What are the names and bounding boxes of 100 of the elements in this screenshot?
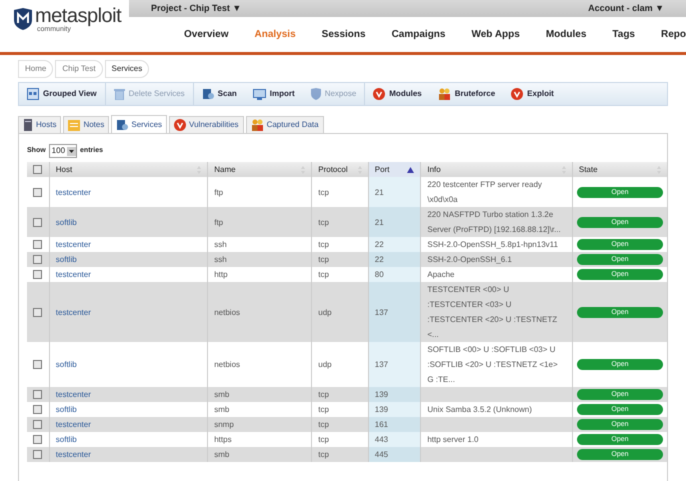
host-link[interactable]: softlib [56,357,77,372]
host-link[interactable]: softlib [56,402,77,417]
table-cell-text: tcp [318,419,329,431]
checkbox[interactable] [33,390,42,399]
monitor-icon [252,88,266,100]
table-cell-text: ftp [214,216,224,229]
table-cell-text: 220 testcenter FTP server ready \x0d\x0a [427,179,543,206]
server-icon [202,88,214,100]
notepad-icon [68,120,80,130]
nav-link[interactable]: Sessions [322,27,366,42]
host-link[interactable]: softlib [56,214,77,230]
table-cell-text: tcp [318,434,329,446]
checkbox[interactable] [33,255,42,264]
checkbox[interactable] [33,188,42,196]
table-cell-text: 137 [374,359,388,371]
table-cell-text: netbios [214,359,240,371]
nav-link[interactable]: Web Apps [471,27,520,42]
table-cell-text: tcp [318,186,329,199]
column-header[interactable]: Port [368,162,420,177]
table-cell-text: tcp [318,449,329,461]
toolbar-button[interactable]: Exploit [503,83,562,105]
table-cell-text: snmp [214,419,234,431]
host-link[interactable]: testcenter [56,417,91,432]
checkbox[interactable] [33,420,42,429]
table-cell-text: smb [214,404,230,416]
breadcrumb-item[interactable]: Home [18,60,54,78]
table-cell-text: netbios [214,306,240,318]
table-cell-text: tcp [318,239,329,251]
table-cell-text: 139 [374,404,388,416]
checkbox[interactable] [33,360,42,369]
checkbox[interactable] [33,218,42,226]
table-cell-text: 137 [374,306,388,318]
server-icon [116,118,128,130]
caret-icon [67,146,76,156]
table-cell-text: 161 [374,419,388,431]
people-icon [438,88,451,100]
nav-link[interactable]: Tags [612,27,635,42]
table-cell-text: 220 NASFTPD Turbo station 1.3.2e Server (ProFTPD) [192.168.88.12]\r... [427,209,562,236]
table-cell-text: http server 1.0 [427,434,478,446]
nav-link[interactable]: Campaigns [392,27,446,42]
entries-dropdown[interactable]: 100 [48,144,78,158]
host-link[interactable]: testcenter [56,267,91,282]
checkbox[interactable] [33,405,42,414]
table-cell-text: 443 [374,434,388,446]
shield-badge-icon [511,88,524,100]
host-link[interactable]: testcenter [56,237,91,252]
tab[interactable]: Vulnerabilities [169,116,244,133]
tab[interactable]: Captured Data [246,116,324,133]
table-cell-text: tcp [318,404,329,416]
table-cell-text: TESTCENTER <00> U :TESTCENTER <03> U :TESTCENTER <20> U :TESTNETZ <... [427,284,558,341]
host-link[interactable]: softlib [56,432,77,447]
nav-link[interactable]: Overview [184,27,229,42]
sort-icon [197,166,202,174]
sort-ascending-icon [407,166,414,172]
nav-link[interactable]: Repo [661,27,686,42]
account-menu[interactable]: Account - clam ▼ [588,2,664,16]
tab[interactable]: Hosts [18,116,62,133]
table-cell-text: Unix Samba 3.5.2 (Unknown) [427,404,532,416]
toolbar-button[interactable]: Grouped View [19,83,106,105]
table-cell-text: tcp [318,269,329,281]
logo-text: metasploit [35,6,122,26]
host-link[interactable]: testcenter [56,447,91,462]
table-cell-text: 22 [374,239,384,251]
checkbox[interactable] [33,240,42,249]
nav-link[interactable]: Modules [546,27,586,42]
host-link[interactable]: softlib [56,252,77,267]
checkbox[interactable] [33,308,42,316]
trash-icon [114,88,125,100]
host-link[interactable]: testcenter [56,387,91,402]
sort-icon [358,166,362,174]
toolbar-button[interactable]: Scan [194,83,245,105]
logo-icon [14,8,32,30]
table-cell-text: SSH-2.0-OpenSSH_5.8p1-hpn13v11 [427,239,558,251]
table-cell-text: tcp [318,254,329,266]
checkbox[interactable] [33,270,42,279]
tab[interactable]: Services [111,115,168,133]
table-cell-text: SOFTLIB <00> U :SOFTLIB <03> U :SOFTLIB <20> U :TESTNETZ <1e> G :TE... [427,344,559,386]
tab[interactable]: Notes [63,116,110,133]
checkbox[interactable] [33,435,42,444]
table-cell-text: udp [318,306,332,319]
host-link[interactable]: testcenter [56,184,91,200]
table-cell-text: ssh [214,254,227,266]
project-menu[interactable]: Project - Chip Test ▼ [151,2,242,16]
table-cell-text: udp [318,359,332,371]
breadcrumb-item[interactable]: Services [104,60,150,78]
people-icon [250,119,264,131]
toolbar-button[interactable]: Import [244,83,303,105]
checkbox[interactable] [33,165,42,174]
toolbar-button[interactable]: Bruteforce [430,83,504,105]
grid-view-icon [27,88,39,100]
host-link[interactable]: testcenter [56,304,91,320]
shield-badge-icon [174,119,186,131]
toolbar-button[interactable]: Modules [365,83,430,105]
table-cell-text: 21 [374,216,384,228]
table-cell-text: http [214,269,228,281]
table-cell-text: https [214,434,232,446]
breadcrumb-item[interactable]: Chip Test [55,60,103,78]
checkbox[interactable] [33,450,42,459]
table-cell-text: Apache [427,269,454,281]
table-cell-text: smb [214,449,230,461]
